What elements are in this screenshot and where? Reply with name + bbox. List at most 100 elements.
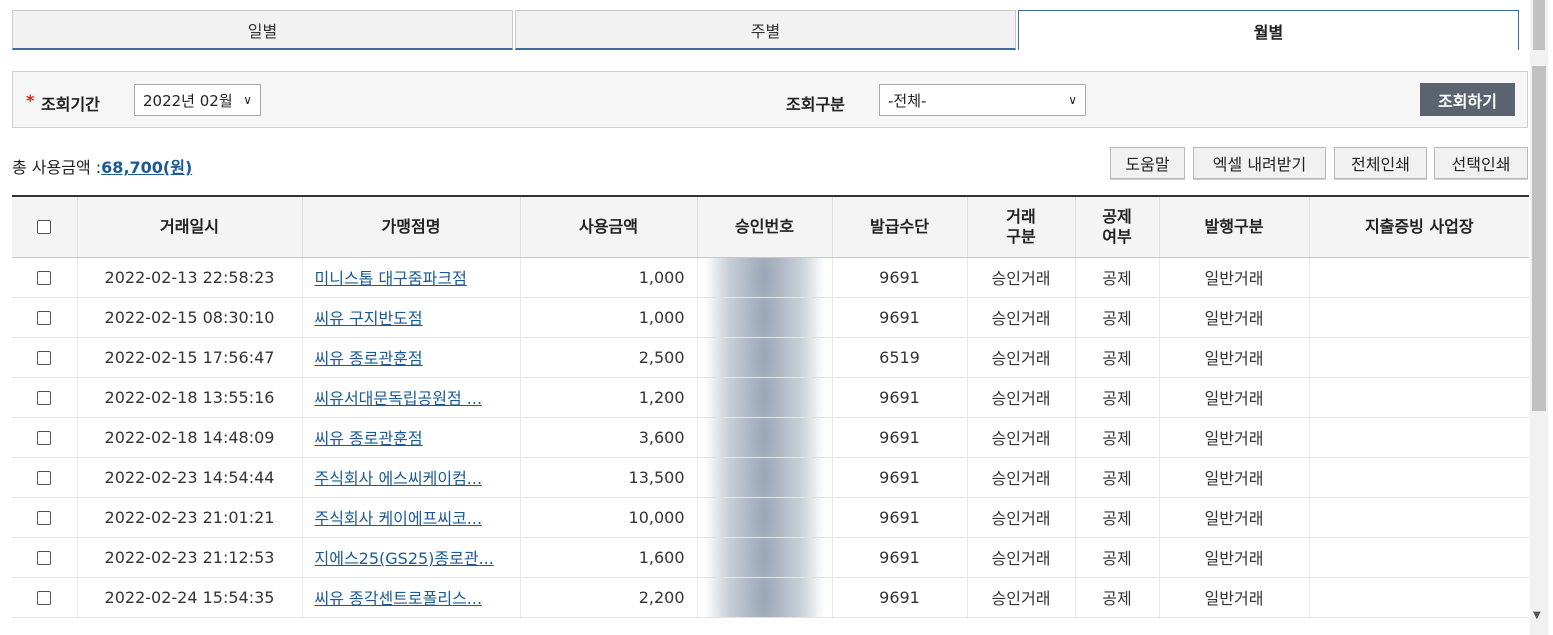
cell-approval-redacted xyxy=(697,337,833,378)
cell-issue: 9691 xyxy=(832,297,968,338)
cell-deduct: 공제 xyxy=(1075,497,1160,538)
cell-merchant[interactable]: 주식회사 에스씨케이컴... xyxy=(302,457,521,498)
search-button[interactable]: 조회하기 xyxy=(1420,83,1515,116)
tab-daily[interactable]: 일별 xyxy=(12,10,513,50)
cell-issue-type: 일반거래 xyxy=(1159,457,1310,498)
vertical-scrollbar[interactable]: ▼ xyxy=(1530,0,1548,635)
cell-amount: 1,000 xyxy=(520,297,698,338)
cell-merchant[interactable]: 미니스톱 대구줌파크점 xyxy=(302,257,521,298)
cell-deduct: 공제 xyxy=(1075,257,1160,298)
table-row: 2022-02-18 14:48:09 씨유 종로관훈점 3,600 9691 승인거래… xyxy=(12,417,1529,458)
cell-merchant[interactable]: 씨유 종로관훈점 xyxy=(302,337,521,378)
row-checkbox[interactable] xyxy=(37,591,52,605)
table-row: 2022-02-15 17:56:47 씨유 종로관훈점 2,500 6519 승인거래… xyxy=(12,337,1529,378)
scroll-down-arrow-icon[interactable]: ▼ xyxy=(1533,610,1541,621)
header-issue: 발급수단 xyxy=(832,195,968,258)
scrollbar-thumb[interactable] xyxy=(1532,66,1546,411)
cell-deduct: 공제 xyxy=(1075,417,1160,458)
cell-issue: 9691 xyxy=(832,257,968,298)
row-select-cell[interactable] xyxy=(12,377,78,418)
table-row: 2022-02-24 15:54:35 씨유 종각센트로폴리스... 2,200 96… xyxy=(12,577,1529,618)
cell-approval-redacted xyxy=(697,577,833,618)
row-checkbox[interactable] xyxy=(37,391,52,405)
cell-merchant[interactable]: 씨유 구지반도점 xyxy=(302,297,521,338)
cell-date: 2022-02-23 14:54:44 xyxy=(77,457,303,498)
cell-amount: 1,200 xyxy=(520,377,698,418)
cell-issue-type: 일반거래 xyxy=(1159,497,1310,538)
cell-merchant[interactable]: 주식회사 케이에프씨코... xyxy=(302,497,521,538)
cell-date: 2022-02-23 21:01:21 xyxy=(77,497,303,538)
cell-approval-redacted xyxy=(697,457,833,498)
merchant-link[interactable]: 씨유 종각센트로폴리스... xyxy=(315,589,483,608)
row-checkbox[interactable] xyxy=(37,311,52,325)
row-select-cell[interactable] xyxy=(12,257,78,298)
header-date: 거래일시 xyxy=(77,195,303,258)
merchant-link[interactable]: 주식회사 에스씨케이컴... xyxy=(315,469,483,488)
period-tabs: 일별 주별 월별 xyxy=(12,10,1519,52)
cell-deduct: 공제 xyxy=(1075,457,1160,498)
cell-merchant[interactable]: 씨유서대문독립공원점 ... xyxy=(302,377,521,418)
print-all-button[interactable]: 전체인쇄 xyxy=(1334,147,1427,179)
header-merchant: 가맹점명 xyxy=(302,195,521,258)
merchant-link[interactable]: 씨유 종로관훈점 xyxy=(315,349,423,368)
header-deduct: 공제 여부 xyxy=(1075,195,1160,258)
type-select-value: -전체- xyxy=(888,91,927,110)
row-checkbox[interactable] xyxy=(37,551,52,565)
cell-merchant[interactable]: 씨유 종로관훈점 xyxy=(302,417,521,458)
row-checkbox[interactable] xyxy=(37,431,52,445)
row-checkbox[interactable] xyxy=(37,471,52,485)
print-selected-button[interactable]: 선택인쇄 xyxy=(1434,147,1528,179)
transactions-table-wrapper: 거래일시 가맹점명 사용금액 승인번호 발급수단 거래 구분 공제 여부 발행구분 … xyxy=(12,195,1530,635)
cell-amount: 1,000 xyxy=(520,257,698,298)
cell-business xyxy=(1309,417,1529,458)
period-select[interactable]: 2022년 02월 ∨ xyxy=(134,84,261,116)
row-select-cell[interactable] xyxy=(12,337,78,378)
row-checkbox[interactable] xyxy=(37,511,52,525)
header-deduct-line2: 여부 xyxy=(1102,226,1132,246)
cell-trade-type: 승인거래 xyxy=(967,417,1076,458)
total-amount: 총 사용금액 :68,700(원) xyxy=(12,154,192,178)
header-select-all[interactable] xyxy=(12,195,78,258)
row-select-cell[interactable] xyxy=(12,577,78,618)
cell-issue-type: 일반거래 xyxy=(1159,577,1310,618)
merchant-link[interactable]: 씨유서대문독립공원점 ... xyxy=(315,389,483,408)
cell-approval-redacted xyxy=(697,537,833,578)
row-select-cell[interactable] xyxy=(12,417,78,458)
excel-download-button[interactable]: 엑셀 내려받기 xyxy=(1193,147,1326,179)
cell-business xyxy=(1309,497,1529,538)
header-amount: 사용금액 xyxy=(520,195,698,258)
tab-weekly[interactable]: 주별 xyxy=(515,10,1016,50)
merchant-link[interactable]: 주식회사 케이에프씨코... xyxy=(315,509,483,528)
cell-merchant[interactable]: 씨유 종각센트로폴리스... xyxy=(302,577,521,618)
row-select-cell[interactable] xyxy=(12,457,78,498)
cell-issue-type: 일반거래 xyxy=(1159,537,1310,578)
table-row: 2022-02-18 13:55:16 씨유서대문독립공원점 ... 1,200 96… xyxy=(12,377,1529,418)
cell-issue-type: 일반거래 xyxy=(1159,297,1310,338)
row-select-cell[interactable] xyxy=(12,297,78,338)
row-checkbox[interactable] xyxy=(37,351,52,365)
type-select[interactable]: -전체- ∨ xyxy=(879,84,1086,116)
cell-trade-type: 승인거래 xyxy=(967,537,1076,578)
row-select-cell[interactable] xyxy=(12,497,78,538)
help-button[interactable]: 도움말 xyxy=(1110,147,1185,179)
table-body: 2022-02-13 22:58:23 미니스톱 대구줌파크점 1,000 9691 승… xyxy=(12,257,1529,618)
cell-merchant[interactable]: 지에스25(GS25)종로관... xyxy=(302,537,521,578)
cell-date: 2022-02-18 14:48:09 xyxy=(77,417,303,458)
header-business: 지출증빙 사업장 xyxy=(1309,195,1529,258)
cell-trade-type: 승인거래 xyxy=(967,257,1076,298)
table-row: 2022-02-23 14:54:44 주식회사 에스씨케이컴... 13,500 9… xyxy=(12,457,1529,498)
cell-deduct: 공제 xyxy=(1075,297,1160,338)
merchant-link[interactable]: 씨유 구지반도점 xyxy=(315,309,423,328)
merchant-link[interactable]: 미니스톱 대구줌파크점 xyxy=(315,269,467,288)
merchant-link[interactable]: 씨유 종로관훈점 xyxy=(315,429,423,448)
row-select-cell[interactable] xyxy=(12,537,78,578)
total-amount-link[interactable]: 68,700(원) xyxy=(101,158,192,177)
tab-monthly[interactable]: 월별 xyxy=(1018,10,1519,50)
cell-date: 2022-02-13 22:58:23 xyxy=(77,257,303,298)
row-checkbox[interactable] xyxy=(37,271,52,285)
checkbox-select-all[interactable] xyxy=(37,220,52,235)
search-filter-panel: * 조회기간 2022년 02월 ∨ 조회구분 -전체- ∨ 조회하기 xyxy=(12,71,1528,128)
cell-date: 2022-02-15 08:30:10 xyxy=(77,297,303,338)
cell-approval-redacted xyxy=(697,417,833,458)
merchant-link[interactable]: 지에스25(GS25)종로관... xyxy=(315,549,494,568)
